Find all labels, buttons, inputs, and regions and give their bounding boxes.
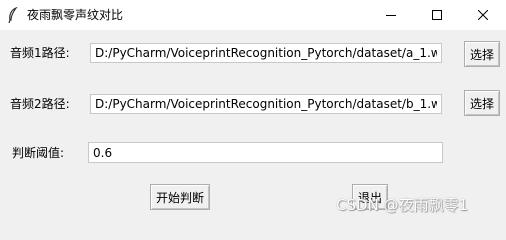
- audio2-browse-button[interactable]: 选择: [464, 90, 500, 116]
- audio1-path-input[interactable]: [90, 43, 442, 63]
- audio1-label: 音频1路径:: [10, 46, 70, 60]
- window-title: 夜雨飘零声纹对比: [27, 8, 124, 22]
- feather-icon: [7, 6, 19, 24]
- title-bar: 夜雨飘零声纹对比: [0, 0, 506, 30]
- close-icon: [478, 10, 488, 20]
- threshold-label: 判断阈值:: [12, 146, 65, 160]
- minimize-icon: [386, 15, 396, 16]
- minimize-button[interactable]: [368, 0, 414, 30]
- maximize-button[interactable]: [414, 0, 460, 30]
- audio2-path-input[interactable]: [90, 94, 442, 114]
- audio1-browse-button[interactable]: 选择: [464, 41, 500, 67]
- watermark: CSDN @夜雨飘零1: [336, 196, 469, 214]
- threshold-input[interactable]: [88, 142, 443, 163]
- start-button[interactable]: 开始判断: [150, 184, 210, 210]
- close-button[interactable]: [460, 0, 506, 30]
- maximize-icon: [432, 10, 442, 20]
- audio2-label: 音频2路径:: [10, 97, 70, 111]
